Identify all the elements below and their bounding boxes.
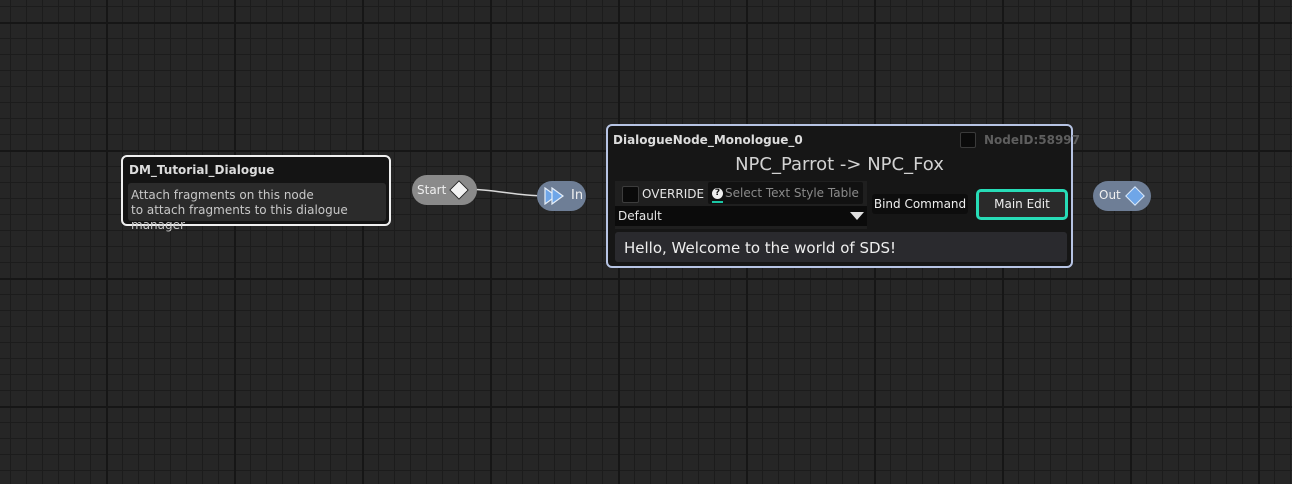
dialogue-text-field[interactable]: Hello, Welcome to the world of SDS! xyxy=(615,232,1067,262)
dm-node-description-line-1: Attach fragments on this node xyxy=(131,188,314,202)
help-icon[interactable]: ? xyxy=(712,188,723,199)
dm-node-body: Attach fragments on this node to attach … xyxy=(128,183,386,232)
in-pin-label: In xyxy=(571,188,584,203)
chevron-down-icon[interactable] xyxy=(850,212,864,220)
out-pin-label: Out xyxy=(1099,188,1121,202)
monologue-node[interactable]: DialogueNode_Monologue_0 NodeID:58997 NP… xyxy=(606,124,1080,268)
override-checkbox[interactable] xyxy=(622,186,639,203)
diamond-pin-icon[interactable] xyxy=(1125,186,1145,206)
main-edit-button[interactable]: Main Edit xyxy=(976,189,1068,220)
start-pin[interactable]: Start xyxy=(412,175,477,205)
dialogue-manager-node[interactable]: DM_Tutorial_Dialogue Attach fragments on… xyxy=(121,155,391,232)
text-style-value: Default xyxy=(618,209,662,223)
override-label: OVERRIDE xyxy=(642,187,705,201)
in-pin[interactable]: In xyxy=(537,181,586,211)
dm-node-description-line-2: to attach fragments to this dialogue man… xyxy=(131,203,348,232)
node-id-checkbox[interactable] xyxy=(960,132,976,148)
dm-node-title: DM_Tutorial_Dialogue xyxy=(129,163,275,177)
bind-command-button[interactable]: Bind Command xyxy=(872,194,968,214)
monologue-node-title: DialogueNode_Monologue_0 xyxy=(613,133,803,147)
out-pin[interactable]: Out xyxy=(1093,181,1151,211)
speaker-line: NPC_Parrot -> NPC_Fox xyxy=(735,154,944,175)
diamond-pin-icon[interactable] xyxy=(449,180,469,200)
text-style-placeholder: Select Text Style Table xyxy=(725,186,859,200)
dialogue-text: Hello, Welcome to the world of SDS! xyxy=(624,239,897,257)
text-style-dropdown[interactable]: Default xyxy=(615,206,867,226)
node-id-label: NodeID:58997 xyxy=(984,133,1080,147)
help-icon-underline xyxy=(712,201,723,203)
start-pin-label: Start xyxy=(417,183,447,197)
exec-arrow-icon[interactable] xyxy=(542,187,568,205)
